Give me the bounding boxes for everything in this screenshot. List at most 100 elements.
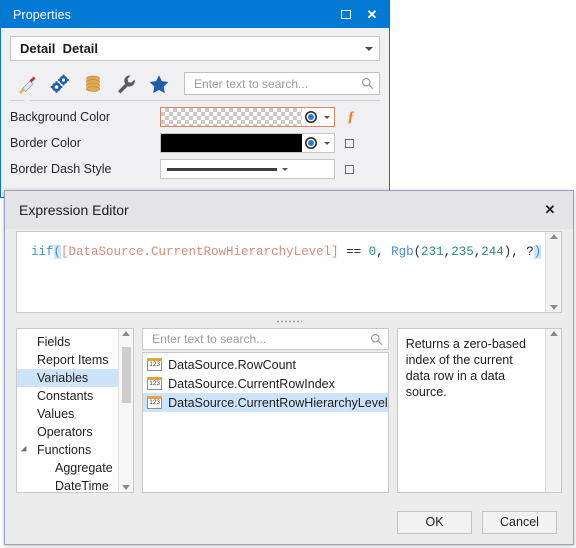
- expression-token: 244: [481, 245, 504, 259]
- color-picker-icon[interactable]: [302, 108, 319, 126]
- expression-text[interactable]: iif([DataSource.CurrentRowHierarchyLevel…: [17, 232, 545, 312]
- property-grid: Background Color ƒ Border Color Border D…: [1, 101, 389, 182]
- list-item[interactable]: 123 DataSource.CurrentRowIndex: [143, 374, 388, 393]
- tab-data[interactable]: [76, 70, 109, 98]
- expression-splitter[interactable]: [16, 316, 562, 327]
- expression-text-area[interactable]: iif([DataSource.CurrentRowHierarchyLevel…: [16, 231, 562, 313]
- category-item-values[interactable]: Values: [17, 405, 118, 423]
- expression-token: 235: [451, 245, 474, 259]
- scroll-down-icon[interactable]: [122, 485, 131, 490]
- background-color-swatch[interactable]: [161, 108, 302, 126]
- border-color-editor[interactable]: [160, 133, 335, 153]
- expression-token: (: [53, 245, 62, 259]
- property-label: Border Dash Style: [10, 162, 112, 176]
- item-list-panel: 123 DataSource.RowCount 123 DataSource.Curr…: [142, 328, 389, 493]
- paintbrush-icon: [18, 76, 35, 94]
- tab-favorites[interactable]: [142, 70, 175, 98]
- number-type-icon: 123: [147, 396, 163, 409]
- tab-behavior[interactable]: [43, 70, 76, 98]
- expression-scrollbar[interactable]: [545, 232, 561, 312]
- ok-button[interactable]: OK: [397, 510, 472, 534]
- description-scrollbar[interactable]: [545, 329, 561, 492]
- property-row-background-color: Background Color ƒ: [10, 104, 380, 130]
- border-dash-style-dropdown-button[interactable]: [277, 160, 292, 178]
- expression-token: ): [533, 245, 542, 259]
- background-color-editor[interactable]: [160, 107, 335, 127]
- property-label: Background Color: [10, 110, 111, 124]
- star-icon: [149, 74, 168, 93]
- category-item-label: Variables: [37, 371, 89, 385]
- maximize-icon: [341, 10, 351, 19]
- category-item-label: Report Items: [37, 353, 109, 367]
- property-search-input[interactable]: [192, 75, 361, 92]
- properties-toolbar: [10, 67, 380, 100]
- category-item-label: Aggregate: [55, 461, 113, 475]
- category-tree[interactable]: Fields Report Items Variables Constants Valu…: [17, 329, 119, 492]
- cancel-button[interactable]: Cancel: [482, 510, 557, 534]
- background-color-expression-button[interactable]: ƒ: [344, 109, 358, 125]
- scroll-up-icon[interactable]: [122, 331, 131, 336]
- scroll-up-icon[interactable]: [549, 331, 558, 336]
- close-button[interactable]: ✕: [359, 4, 385, 26]
- number-type-icon: 123: [147, 377, 163, 390]
- expression-token: Rgb: [391, 245, 414, 259]
- chevron-down-icon: [323, 115, 330, 119]
- search-icon: [362, 78, 374, 90]
- category-item-label: Constants: [37, 389, 94, 403]
- category-item-label: Fields: [37, 335, 71, 349]
- expander-triangle-icon[interactable]: [20, 445, 30, 455]
- expression-token: ,: [376, 245, 392, 259]
- expression-token: 0: [368, 245, 377, 259]
- tab-appearance[interactable]: [10, 70, 43, 98]
- description-panel: Returns a zero-based index of the curren…: [396, 328, 562, 493]
- color-picker-icon[interactable]: [302, 134, 319, 152]
- expression-editor-close-button[interactable]: ✕: [537, 198, 563, 222]
- chevron-down-icon: [365, 46, 373, 51]
- property-label: Border Color: [10, 136, 81, 150]
- close-icon: ✕: [544, 202, 556, 217]
- category-item-label: Values: [37, 407, 75, 421]
- category-item-fields[interactable]: Fields: [17, 333, 118, 351]
- category-item-aggregate[interactable]: Aggregate: [17, 459, 118, 477]
- category-item-datetime[interactable]: DateTime: [17, 477, 118, 492]
- expression-token: ==: [338, 245, 369, 259]
- category-item-report-items[interactable]: Report Items: [17, 351, 118, 369]
- border-color-dropdown-button[interactable]: [319, 134, 334, 152]
- scroll-up-icon[interactable]: [549, 234, 558, 239]
- dash-style-preview: [167, 167, 277, 171]
- expression-editor-title: Expression Editor: [19, 202, 129, 218]
- tab-actions[interactable]: [109, 70, 142, 98]
- property-row-border-color: Border Color: [10, 130, 380, 156]
- category-tree-scrollbar[interactable]: [118, 329, 134, 492]
- border-dash-style-expression-placeholder[interactable]: [345, 164, 354, 174]
- list-item-label: DataSource.CurrentRowIndex: [168, 376, 335, 391]
- gears-icon: [50, 74, 69, 93]
- scroll-down-icon[interactable]: [549, 305, 558, 310]
- element-selector-value: Detail Detail: [20, 41, 99, 56]
- properties-window-title: Properties: [13, 7, 71, 22]
- background-color-dropdown-button[interactable]: [319, 108, 334, 126]
- category-item-constants[interactable]: Constants: [17, 387, 118, 405]
- expression-token: iif: [31, 245, 54, 259]
- maximize-button[interactable]: [333, 4, 359, 26]
- border-color-expression-placeholder[interactable]: [345, 138, 354, 148]
- border-dash-style-editor[interactable]: [160, 159, 335, 179]
- element-selector-combo[interactable]: Detail Detail: [10, 36, 380, 61]
- category-item-operators[interactable]: Operators: [17, 423, 118, 441]
- property-search-box[interactable]: [184, 72, 380, 95]
- chevron-down-icon: [281, 167, 288, 171]
- item-search-box[interactable]: [142, 328, 389, 350]
- item-search-input[interactable]: [150, 331, 370, 347]
- expression-token: 231: [421, 245, 444, 259]
- category-item-functions[interactable]: Functions: [17, 441, 118, 459]
- property-row-border-dash-style: Border Dash Style: [10, 156, 380, 182]
- category-item-variables[interactable]: Variables: [17, 369, 119, 387]
- list-item[interactable]: 123 DataSource.CurrentRowHierarchyLevel: [143, 393, 388, 412]
- list-item[interactable]: 123 DataSource.RowCount: [143, 355, 388, 374]
- category-item-label: Functions: [37, 443, 92, 457]
- item-list[interactable]: 123 DataSource.RowCount 123 DataSource.Curr…: [142, 352, 389, 493]
- category-item-label: DateTime: [55, 479, 109, 492]
- wrench-icon: [117, 74, 135, 93]
- scrollbar-thumb[interactable]: [121, 347, 131, 403]
- border-color-swatch[interactable]: [161, 134, 302, 152]
